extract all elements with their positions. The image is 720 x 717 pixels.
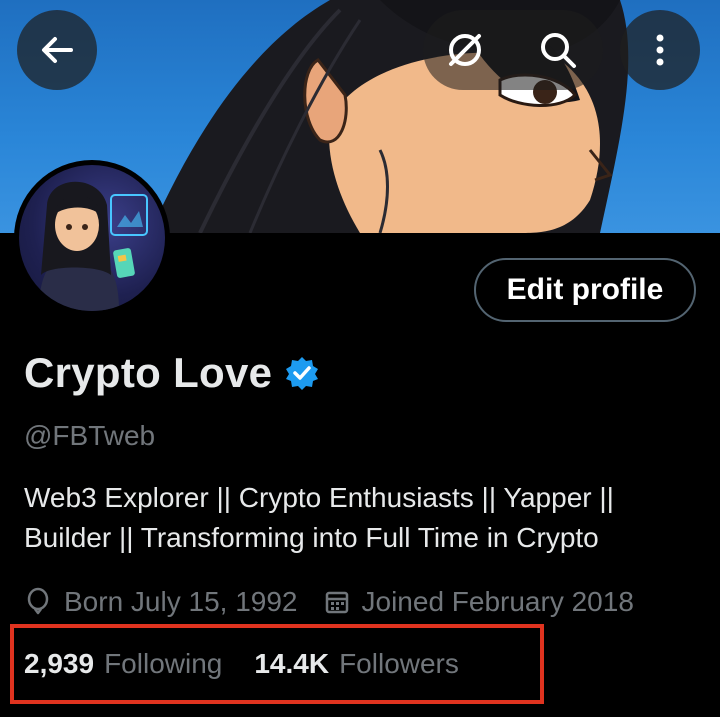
verified-badge-icon[interactable]: [284, 355, 320, 391]
profile-meta: Born July 15, 1992 Joined February 2018: [24, 582, 634, 622]
no-sync-icon: [449, 34, 481, 66]
following-link[interactable]: 2,939 Following: [24, 648, 222, 680]
display-name-row: Crypto Love: [24, 346, 320, 400]
birthday-item: Born July 15, 1992: [24, 586, 298, 618]
display-name: Crypto Love: [24, 349, 273, 396]
calendar-icon: [325, 591, 348, 614]
search-button[interactable]: [518, 10, 598, 90]
bio-line-1: Web3 Explorer || Crypto Enthusiasts || Y…: [24, 482, 614, 513]
more-vertical-icon: [656, 34, 664, 66]
followers-count: 14.4K: [254, 648, 330, 679]
profile-bio: Web3 Explorer || Crypto Enthusiasts || Y…: [24, 478, 704, 558]
joined-text: Joined February 2018: [361, 586, 634, 617]
follow-stats: 2,939 Following 14.4K Followers: [24, 644, 459, 684]
followers-link[interactable]: 14.4K Followers: [254, 648, 459, 680]
arrow-left-icon: [42, 37, 73, 63]
user-handle: @FBTweb: [24, 420, 156, 451]
profile-avatar[interactable]: [14, 160, 170, 316]
following-label: Following: [104, 648, 223, 679]
following-count: 2,939: [24, 648, 95, 679]
edit-profile-button[interactable]: Edit profile: [474, 258, 696, 322]
back-button[interactable]: [17, 10, 97, 90]
avatar-image: [19, 165, 165, 311]
birthday-text: Born July 15, 1992: [64, 586, 298, 617]
balloon-icon: [27, 587, 49, 615]
more-options-button[interactable]: [620, 10, 700, 90]
joined-item: Joined February 2018: [324, 586, 634, 618]
followers-label: Followers: [339, 648, 459, 679]
bio-line-2: Builder || Transforming into Full Time i…: [24, 522, 599, 553]
search-icon: [541, 33, 576, 68]
no-sync-button[interactable]: [425, 10, 505, 90]
